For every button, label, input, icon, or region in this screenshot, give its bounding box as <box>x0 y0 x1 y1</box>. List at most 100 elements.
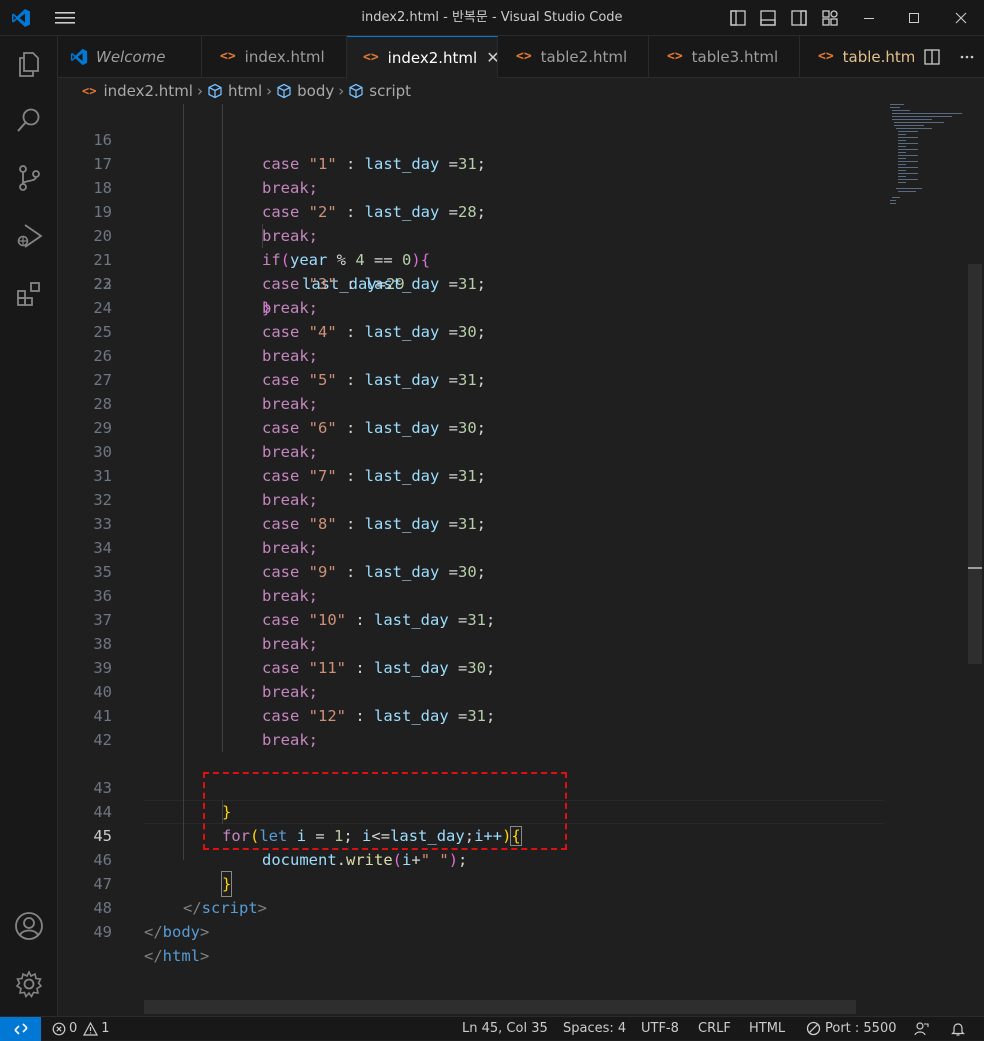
code-line: 36 break; <box>58 584 884 608</box>
code-line: 47 </script> <box>58 848 884 917</box>
editor-actions <box>914 36 984 77</box>
code-line: 19 break; <box>58 176 884 245</box>
code-line: 29 case "6" : last_day =30; <box>58 416 884 440</box>
vertical-scrollbar[interactable] <box>968 264 982 664</box>
toggle-secondary-sidebar-icon[interactable] <box>788 0 810 35</box>
problems-indicator[interactable]: 0 1 <box>52 1017 110 1040</box>
minimap[interactable] <box>888 104 968 214</box>
symbol-cube-icon <box>207 83 223 99</box>
line-number: 40 <box>93 683 112 701</box>
no-entry-icon <box>806 1021 821 1036</box>
line-number: 41 <box>93 707 112 725</box>
html-file-icon: <> <box>220 49 236 64</box>
code-line: 25 case "4" : last_day =30; <box>58 320 884 344</box>
breadcrumb-script[interactable]: script <box>348 82 411 100</box>
line-number: 30 <box>93 443 112 461</box>
symbol-cube-icon <box>276 83 292 99</box>
source-control-icon[interactable] <box>0 154 57 202</box>
breadcrumb-body[interactable]: body <box>276 82 334 100</box>
extensions-icon[interactable] <box>0 270 57 318</box>
vscode-logo-icon <box>70 48 88 66</box>
tab-index[interactable]: <> index.html <box>202 36 347 77</box>
horizontal-scrollbar[interactable] <box>144 1000 856 1014</box>
language-mode[interactable]: HTML <box>749 1017 785 1040</box>
chevron-right-icon: › <box>338 82 345 100</box>
line-number: 38 <box>93 635 112 653</box>
customize-layout-icon[interactable] <box>819 0 841 35</box>
line-number: 35 <box>93 563 112 581</box>
line-number: 34 <box>93 539 112 557</box>
code-line: 24 break; <box>58 296 884 320</box>
code-line: 33 case "8" : last_day =31; <box>58 512 884 536</box>
breadcrumb-file[interactable]: <> index2.html <box>82 82 193 100</box>
code-line: 27 case "5" : last_day =31; <box>58 368 884 392</box>
code-line: 26 break; <box>58 344 884 368</box>
tab-index2[interactable]: <> index2.html ✕ <box>347 36 498 78</box>
tab-welcome[interactable]: Welcome <box>58 36 202 77</box>
activity-bar <box>0 36 58 1016</box>
line-number: 33 <box>93 515 112 533</box>
warning-icon <box>83 1021 99 1036</box>
line-number: 25 <box>93 323 112 341</box>
tab-table3[interactable]: <> table3.html <box>649 36 800 77</box>
code-line: 35 case "9" : last_day =30; <box>58 560 884 584</box>
search-icon[interactable] <box>0 96 57 144</box>
symbol-cube-icon <box>348 83 364 99</box>
settings-gear-icon[interactable] <box>0 960 57 1008</box>
line-number: 24 <box>93 299 112 317</box>
line-number: 29 <box>93 419 112 437</box>
line-number: 37 <box>93 611 112 629</box>
chevron-right-icon: › <box>266 82 273 100</box>
html-file-icon: <> <box>516 49 532 64</box>
encoding[interactable]: UTF-8 <box>641 1017 679 1040</box>
feedback-icon[interactable] <box>913 1017 929 1040</box>
breadcrumb-label: body <box>297 82 335 100</box>
run-debug-icon[interactable] <box>0 212 57 260</box>
code-line: 48 </body> <box>58 872 884 941</box>
tab-label: table2.html <box>540 47 628 66</box>
line-number: 27 <box>93 371 112 389</box>
html-file-icon: <> <box>363 50 379 65</box>
maximize-icon[interactable] <box>891 0 937 35</box>
tab-label: index2.html <box>387 48 478 67</box>
line-number: 42 <box>93 731 112 749</box>
explorer-icon[interactable] <box>0 40 57 88</box>
account-icon[interactable] <box>0 902 57 950</box>
more-actions-icon[interactable] <box>959 49 975 65</box>
code-line: 31 case "7" : last_day =31; <box>58 464 884 488</box>
code-line: 34 break; <box>58 536 884 560</box>
html-file-icon: <> <box>82 84 97 98</box>
close-tab-icon[interactable]: ✕ <box>486 48 497 67</box>
live-server-port[interactable]: Port : 5500 <box>806 1017 897 1040</box>
code-line: 38 break; <box>58 632 884 656</box>
line-number: 26 <box>93 347 112 365</box>
toggle-panel-icon[interactable] <box>757 0 779 35</box>
line-number: 49 <box>93 923 112 941</box>
line-ending[interactable]: CRLF <box>698 1017 731 1040</box>
minimize-icon[interactable] <box>846 0 892 35</box>
code-line: 18 case "2" : last_day =28; <box>58 152 884 221</box>
tab-table2[interactable]: <> table2.html <box>498 36 649 77</box>
code-line: 40 break; <box>58 680 884 704</box>
tab-table[interactable]: <> table.html <box>800 36 920 77</box>
code-line: 17 break; <box>58 128 884 197</box>
notifications-bell-icon[interactable] <box>950 1017 966 1040</box>
code-editor[interactable]: 16 case "1" : last_day =31; 17 break; 18… <box>58 104 984 1016</box>
line-number: 31 <box>93 467 112 485</box>
html-file-icon: <> <box>667 49 683 64</box>
chevron-right-icon: › <box>196 82 203 100</box>
split-editor-icon[interactable] <box>923 48 940 65</box>
title-bar: index2.html - 반복문 - Visual Studio Code <box>0 0 984 36</box>
breadcrumb-html[interactable]: html <box>207 82 262 100</box>
breadcrumb-label: script <box>369 82 412 100</box>
line-number: 23 <box>93 275 112 293</box>
editor-tabs: Welcome <> index.html <> index2.html ✕ <… <box>58 36 984 78</box>
tab-label: table.html <box>842 47 920 66</box>
tab-label: index.html <box>244 47 325 66</box>
close-icon[interactable] <box>938 0 984 35</box>
indentation[interactable]: Spaces: 4 <box>563 1017 626 1040</box>
toggle-primary-sidebar-icon[interactable] <box>727 0 749 35</box>
cursor-position[interactable]: Ln 45, Col 35 <box>462 1017 548 1040</box>
html-file-icon: <> <box>818 49 834 64</box>
remote-indicator-icon[interactable] <box>0 1017 41 1041</box>
